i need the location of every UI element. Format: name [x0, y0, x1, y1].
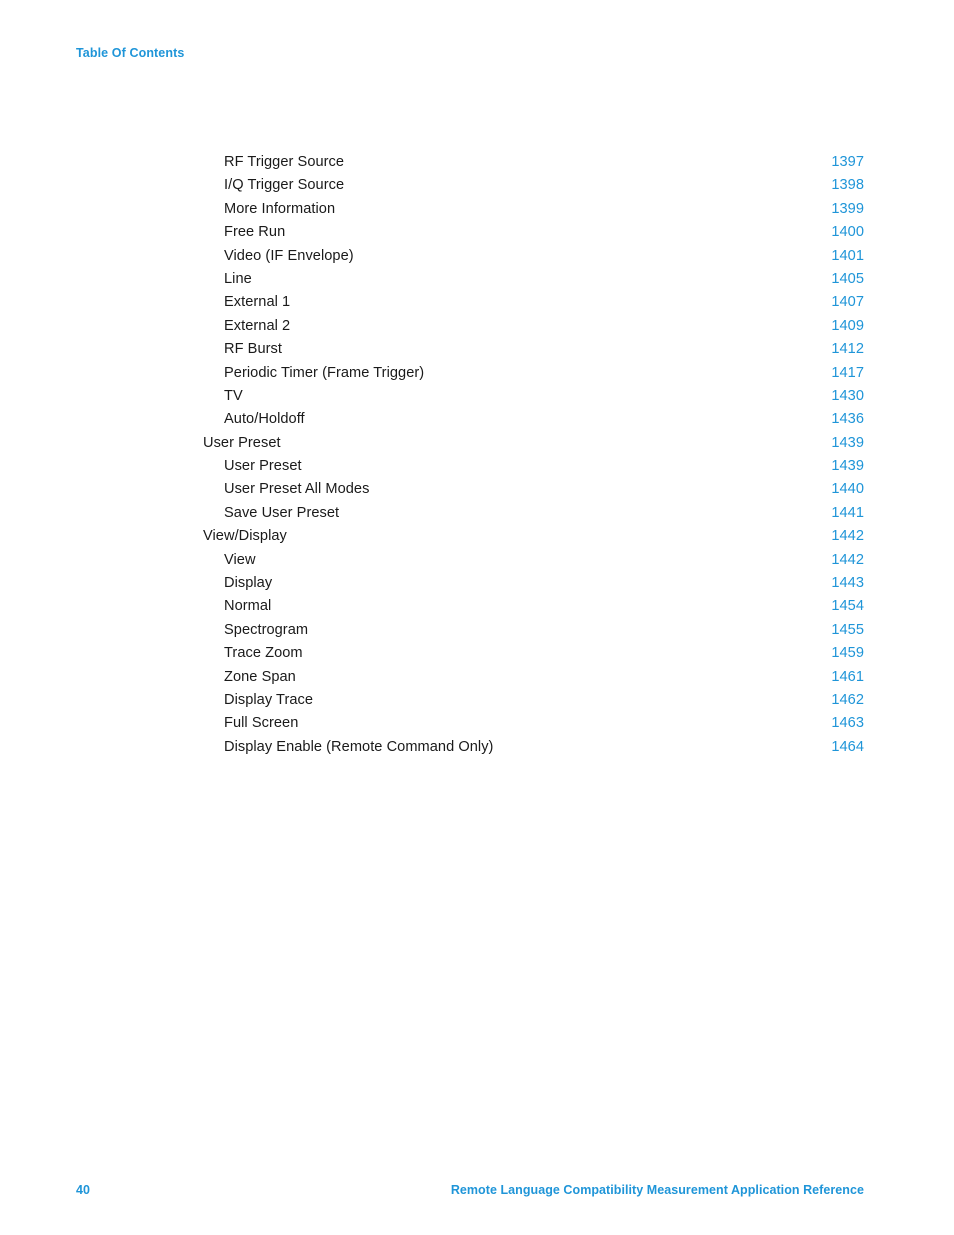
toc-entry-label: Auto/Holdoff — [224, 411, 305, 428]
toc-entry-page-number[interactable]: 1401 — [831, 248, 864, 264]
toc-entry[interactable]: Display Trace 1462 — [203, 692, 864, 715]
toc-entry-page-number[interactable]: 1440 — [831, 481, 864, 497]
toc-entry[interactable]: User Preset 1439 — [203, 435, 864, 458]
toc-entry[interactable]: External 1 1407 — [203, 294, 864, 317]
toc-entry-page-number[interactable]: 1407 — [831, 294, 864, 310]
toc-entry-label: Line — [224, 270, 252, 287]
toc-entry[interactable]: External 2 1409 — [203, 318, 864, 341]
toc-entry-page-number[interactable]: 1430 — [831, 388, 864, 404]
toc-entry-page-number[interactable]: 1462 — [831, 692, 864, 708]
toc-entry[interactable]: Spectrogram 1455 — [203, 622, 864, 645]
toc-entry-label: Display Trace — [224, 691, 314, 708]
toc-entry-label: View/Display — [203, 528, 287, 545]
toc-entry[interactable]: Auto/Holdoff 1436 — [203, 411, 864, 434]
toc-entry-label: RF Trigger Source — [224, 154, 345, 170]
toc-entry-page-number[interactable]: 1439 — [831, 458, 864, 474]
toc-entry-page-number[interactable]: 1442 — [831, 552, 864, 568]
toc-entry[interactable]: View/Display 1442 — [203, 528, 864, 551]
toc-entry-label: External 1 — [224, 294, 291, 311]
toc-entry-label: Display — [224, 575, 273, 592]
toc-entry[interactable]: User Preset 1439 — [203, 458, 864, 481]
toc-entry[interactable]: More Information 1399 — [203, 201, 864, 224]
toc-entry[interactable]: Save User Preset 1441 — [203, 505, 864, 528]
toc-entry[interactable]: Display 1443 — [203, 575, 864, 598]
toc-entry-label: Video (IF Envelope) — [224, 247, 354, 264]
toc-entry[interactable]: User Preset All Modes 1440 — [203, 481, 864, 504]
running-header-table-of-contents: Table Of Contents — [76, 46, 185, 60]
toc-entry[interactable]: RF Trigger Source 1397 — [203, 154, 864, 177]
toc-entry[interactable]: Free Run 1400 — [203, 224, 864, 247]
toc-entry-page-number[interactable]: 1398 — [831, 177, 864, 193]
toc-entry-label: Zone Span — [224, 668, 296, 685]
document-page: Table Of Contents RF Trigger Source 1397 I… — [0, 0, 954, 1235]
toc-entry-label: More Information — [224, 200, 336, 217]
toc-entry-page-number[interactable]: 1461 — [831, 669, 864, 685]
toc-entry-page-number[interactable]: 1464 — [831, 739, 864, 755]
toc-entry[interactable]: TV 1430 — [203, 388, 864, 411]
toc-entry-page-number[interactable]: 1409 — [831, 318, 864, 334]
toc-entry[interactable]: View 1442 — [203, 552, 864, 575]
toc-entry-page-number[interactable]: 1454 — [831, 598, 864, 614]
toc-entry[interactable]: Display Enable (Remote Command Only) 1464 — [203, 739, 864, 762]
toc-entry-page-number[interactable]: 1417 — [831, 365, 864, 381]
toc-entry-label: Save User Preset — [224, 504, 340, 521]
toc-entry[interactable]: Normal 1454 — [203, 598, 864, 621]
toc-entry-label: Spectrogram — [224, 621, 309, 638]
footer-document-title: Remote Language Compatibility Measuremen… — [450, 1183, 864, 1197]
page-footer: 40 Remote Language Compatibility Measure… — [76, 1183, 864, 1197]
toc-entry-page-number[interactable]: 1439 — [831, 435, 864, 451]
toc-entry[interactable]: I/Q Trigger Source 1398 — [203, 177, 864, 200]
toc-entry-label: View — [224, 551, 256, 568]
toc-entry-label: Normal — [224, 598, 272, 615]
toc-entry-page-number[interactable]: 1459 — [831, 645, 864, 661]
toc-entry-page-number[interactable]: 1400 — [831, 224, 864, 240]
toc-entry[interactable]: Trace Zoom 1459 — [203, 645, 864, 668]
toc-entry[interactable]: Full Screen 1463 — [203, 715, 864, 738]
toc-entry-page-number[interactable]: 1436 — [831, 411, 864, 427]
toc-entry-label: User Preset All Modes — [224, 481, 370, 498]
toc-entry-page-number[interactable]: 1412 — [831, 341, 864, 357]
table-of-contents-list: RF Trigger Source 1397 I/Q Trigger Source 1… — [203, 154, 864, 762]
toc-entry-label: I/Q Trigger Source — [224, 177, 345, 194]
toc-entry-label: External 2 — [224, 317, 291, 334]
toc-entry-label: Full Screen — [224, 715, 299, 732]
toc-entry[interactable]: Zone Span 1461 — [203, 669, 864, 692]
toc-entry-page-number[interactable]: 1397 — [831, 154, 864, 170]
toc-entry-page-number[interactable]: 1399 — [831, 201, 864, 217]
toc-entry-label: Free Run — [224, 224, 286, 241]
toc-entry-page-number[interactable]: 1463 — [831, 715, 864, 731]
toc-entry[interactable]: Periodic Timer (Frame Trigger) 1417 — [203, 365, 864, 388]
toc-entry[interactable]: Line 1405 — [203, 271, 864, 294]
toc-entry-label: User Preset — [203, 434, 281, 451]
footer-page-number: 40 — [76, 1183, 91, 1197]
toc-entry-page-number[interactable]: 1441 — [831, 505, 864, 521]
toc-entry-label: RF Burst — [224, 341, 282, 358]
toc-entry-label: TV — [224, 387, 243, 404]
toc-entry[interactable]: RF Burst 1412 — [203, 341, 864, 364]
toc-entry-page-number[interactable]: 1455 — [831, 622, 864, 638]
toc-entry[interactable]: Video (IF Envelope) 1401 — [203, 248, 864, 271]
toc-entry-label: Periodic Timer (Frame Trigger) — [224, 364, 425, 381]
toc-entry-page-number[interactable]: 1405 — [831, 271, 864, 287]
toc-entry-page-number[interactable]: 1443 — [831, 575, 864, 591]
toc-entry-page-number[interactable]: 1442 — [831, 528, 864, 544]
toc-entry-label: User Preset — [224, 458, 302, 475]
toc-entry-label: Display Enable (Remote Command Only) — [224, 738, 494, 755]
toc-entry-label: Trace Zoom — [224, 645, 303, 662]
